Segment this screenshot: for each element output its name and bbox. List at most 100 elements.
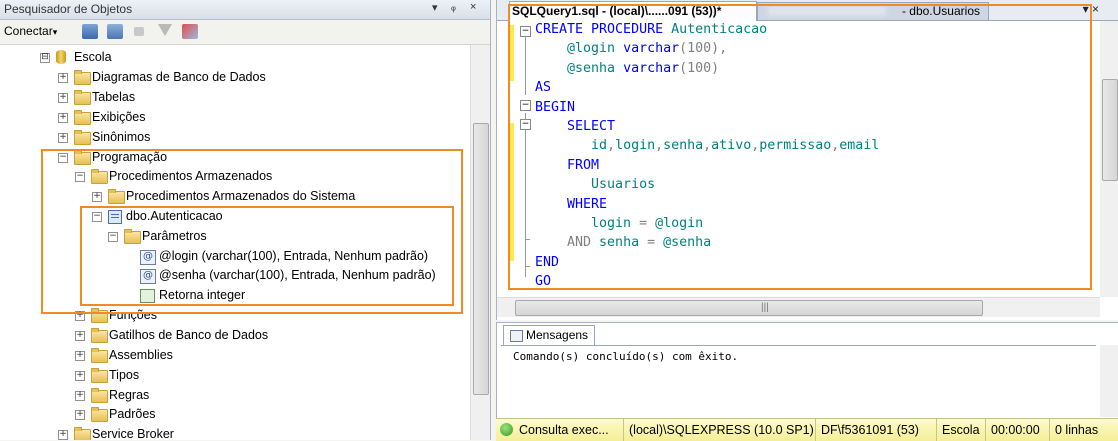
expand-icon[interactable]: +: [75, 311, 85, 321]
code-token: ,: [655, 138, 664, 154]
code-line: BEGIN: [535, 98, 575, 117]
folder-icon: [91, 308, 108, 323]
stop-icon[interactable]: [134, 27, 144, 36]
tree-node-label: @senha (varchar(100), Entrada, Nenhum pa…: [159, 268, 436, 282]
code-line: AND senha = @senha: [535, 233, 711, 252]
collapse-create-icon[interactable]: −: [520, 26, 531, 37]
success-icon: [500, 423, 513, 436]
folder-icon: [91, 348, 108, 363]
code-token: WHERE: [535, 196, 608, 212]
outline-tick: [525, 239, 530, 240]
tree-node-label: Parâmetros: [142, 229, 207, 243]
messages-tab-label: Mensagens: [526, 328, 589, 342]
code-token: FROM: [535, 157, 600, 173]
tree-node-label: Gatilhos de Banco de Dados: [109, 328, 269, 342]
messages-output[interactable]: Comando(s) concluído(s) com êxito.: [501, 345, 1096, 418]
tree-node-label: Programação: [92, 150, 168, 164]
connect-server-icon[interactable]: [82, 24, 98, 39]
return-value-icon: [140, 289, 155, 303]
collapse-icon[interactable]: −: [108, 232, 118, 242]
tree-node-label: Regras: [109, 388, 150, 402]
tree-node-label: @login (varchar(100), Entrada, Nenhum pa…: [159, 249, 429, 263]
code-token: senha: [663, 138, 704, 154]
collapse-icon[interactable]: −: [75, 172, 85, 182]
code-token: Usuarios: [535, 177, 656, 193]
messages-scrollbar[interactable]: [1100, 345, 1118, 417]
code-token: BEGIN: [535, 99, 576, 115]
expand-icon[interactable]: +: [58, 430, 68, 440]
collapse-begin-icon[interactable]: −: [520, 100, 531, 111]
folder-icon: [91, 169, 108, 184]
tree-node-label: Procedimentos Armazenados: [109, 169, 273, 183]
expand-icon[interactable]: +: [58, 113, 68, 123]
tree-node-label: Tabelas: [92, 90, 136, 104]
tree-node-label: Funções: [109, 308, 157, 322]
expand-icon[interactable]: +: [75, 391, 85, 401]
expand-icon[interactable]: +: [58, 133, 68, 143]
code-token: END: [535, 254, 560, 270]
status-server: (local)\SQLEXPRESS (10.0 SP1): [623, 419, 814, 441]
expand-icon[interactable]: +: [75, 371, 85, 381]
editor-horizontal-scrollbar[interactable]: |||: [497, 297, 1100, 317]
code-line: FROM: [535, 156, 599, 175]
tree-node-label: Diagramas de Banco de Dados: [92, 70, 266, 84]
code-token: permissao: [759, 138, 832, 154]
parameter-icon: @: [140, 250, 156, 265]
folder-icon: [74, 150, 91, 165]
tree-node-label: Service Broker: [92, 427, 174, 440]
tree-node-label: Escola: [74, 50, 112, 64]
expand-icon[interactable]: +: [58, 73, 68, 83]
collapse-icon[interactable]: ⊟: [40, 53, 50, 63]
collapse-icon[interactable]: −: [92, 212, 102, 222]
tab-mensagens[interactable]: Mensagens: [503, 325, 595, 345]
code-line: CREATE PROCEDURE Autenticacao: [535, 21, 767, 39]
status-bar: Consulta exec... (local)\SQLEXPRESS (10.…: [496, 418, 1118, 441]
tab-dbo-usuarios[interactable]: - dbo.Usuarios: [757, 2, 989, 21]
editor-vertical-scrollbar[interactable]: [1100, 21, 1118, 297]
tree-scrollbar-thumb[interactable]: [473, 123, 489, 395]
tree-vertical-scrollbar[interactable]: [470, 45, 490, 440]
editor-hscroll-thumb[interactable]: |||: [515, 300, 983, 316]
tab-sqlquery1[interactable]: SQLQuery1.sql - (local)\......091 (53))*: [509, 1, 757, 21]
message-text: Comando(s) concluído(s) com êxito.: [513, 350, 739, 363]
tree-node-label: Tipos: [109, 368, 140, 382]
code-line: login = @login: [535, 214, 703, 233]
tree-node-label: dbo.Autenticacao: [126, 209, 223, 223]
editor-vscroll-thumb[interactable]: [1102, 79, 1118, 181]
collapse-select-icon[interactable]: −: [520, 119, 531, 130]
object-explorer-toolbar: Conectar▾: [0, 20, 490, 45]
folder-icon: [108, 189, 125, 204]
tree-node-label: Padrões: [109, 407, 156, 421]
close-panel-icon[interactable]: ×: [470, 1, 476, 13]
expand-icon[interactable]: +: [58, 93, 68, 103]
code-line: @login varchar(100),: [535, 39, 727, 58]
code-token: AS: [535, 80, 552, 96]
code-token: CREATE PROCEDURE: [535, 22, 672, 37]
code-line: AS: [535, 78, 551, 97]
folder-icon: [91, 328, 108, 343]
disconnect-server-icon[interactable]: [107, 24, 123, 39]
code-token: varchar: [623, 41, 680, 57]
collapse-icon[interactable]: −: [58, 153, 68, 163]
pin-icon[interactable]: ᵩ: [451, 1, 456, 13]
folder-icon: [74, 427, 91, 440]
expand-icon[interactable]: +: [75, 331, 85, 341]
panel-menu-icon[interactable]: ▾: [432, 1, 438, 14]
expand-icon[interactable]: +: [75, 410, 85, 420]
database-icon: [56, 50, 66, 64]
tree-node-label: Procedimentos Armazenados do Sistema: [126, 189, 356, 203]
refresh-icon[interactable]: [182, 24, 198, 39]
sql-code-area[interactable]: − − − CREATE PROCEDURE Autenticacao @log…: [497, 21, 1098, 296]
object-explorer-tree: ⊟ Escola + Diagramas de Banco de Dados + Tabe…: [0, 45, 470, 440]
tab-dbo-usuarios-label: - dbo.Usuarios: [901, 4, 980, 18]
filter-icon[interactable]: [158, 24, 172, 36]
code-token: =: [647, 235, 664, 251]
expand-icon[interactable]: +: [92, 192, 102, 202]
expand-icon[interactable]: +: [75, 351, 85, 361]
tab-close-icon[interactable]: ▾ ×: [1083, 2, 1099, 16]
connect-button[interactable]: Conectar▾: [4, 24, 57, 38]
status-rows: 0 linhas: [1049, 419, 1098, 441]
code-line: id,login,senha,ativo,permissao,email: [535, 136, 879, 155]
folder-icon: [74, 130, 91, 145]
status-database: Escola: [936, 419, 980, 441]
